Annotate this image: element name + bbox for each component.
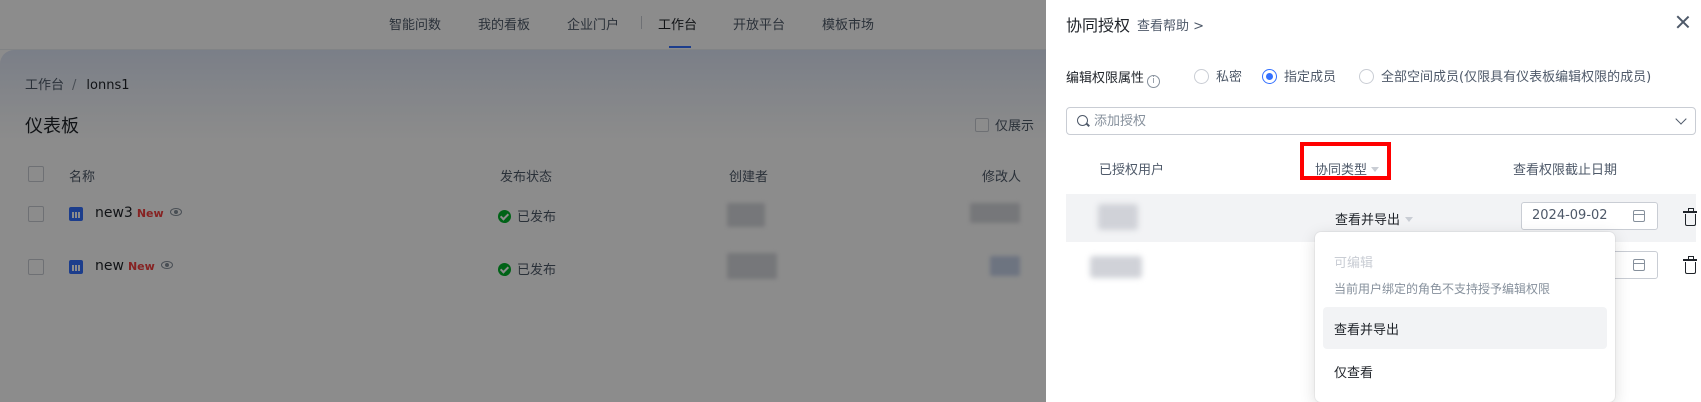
- calendar-icon[interactable]: [1633, 210, 1645, 222]
- dropdown-disabled-note: 当前用户绑定的角色不支持授予编辑权限: [1334, 282, 1551, 296]
- drawer-title: 协同授权: [1066, 16, 1131, 35]
- add-authorization-select[interactable]: [1066, 107, 1696, 135]
- caret-down-icon[interactable]: [1405, 217, 1414, 222]
- collaboration-type-value[interactable]: 查看并导出: [1335, 213, 1400, 228]
- radio-label: 私密: [1216, 70, 1243, 85]
- chevron-down-icon[interactable]: [1675, 113, 1687, 125]
- edit-permission-label-text: 编辑权限属性: [1066, 71, 1145, 86]
- highlight-annotation-box: [1300, 142, 1391, 180]
- user-avatar: [1090, 256, 1142, 278]
- radio-private[interactable]: 私密: [1194, 66, 1242, 85]
- radio-circle-checked[interactable]: [1262, 69, 1277, 84]
- radio-all-space-members[interactable]: 全部空间成员(仅限具有仪表板编辑权限的成员): [1359, 66, 1651, 85]
- search-icon: [1077, 115, 1088, 126]
- edit-permission-label: 编辑权限属性 i: [1066, 67, 1161, 88]
- column-header-deadline: 查看权限截止日期: [1513, 163, 1618, 178]
- radio-circle[interactable]: [1194, 69, 1209, 84]
- deadline-date-picker[interactable]: 2024-09-02: [1521, 202, 1658, 230]
- deadline-date-value[interactable]: 2024-09-02: [1532, 208, 1608, 223]
- help-link[interactable]: 查看帮助 >: [1137, 15, 1204, 34]
- collaboration-type-select[interactable]: 查看并导出: [1335, 209, 1414, 228]
- close-icon[interactable]: [1676, 15, 1690, 29]
- add-authorization-input[interactable]: [1094, 111, 1664, 131]
- dropdown-option-editable-disabled: 可编辑: [1334, 256, 1374, 271]
- radio-label: 全部空间成员(仅限具有仪表板编辑权限的成员): [1381, 70, 1652, 85]
- radio-label: 指定成员: [1284, 70, 1337, 85]
- dropdown-option-view-only[interactable]: 仅查看: [1323, 350, 1607, 392]
- collaboration-type-dropdown: 可编辑 当前用户绑定的角色不支持授予编辑权限 查看并导出 仅查看: [1315, 232, 1615, 402]
- dropdown-option-view-export[interactable]: 查看并导出: [1323, 307, 1607, 349]
- user-avatar: [1098, 204, 1138, 230]
- trash-icon[interactable]: [1683, 208, 1697, 226]
- trash-icon[interactable]: [1683, 256, 1697, 274]
- radio-circle[interactable]: [1359, 69, 1374, 84]
- modal-mask[interactable]: [0, 0, 1046, 402]
- column-header-authorized-user: 已授权用户: [1099, 163, 1165, 178]
- calendar-icon[interactable]: [1633, 259, 1645, 271]
- radio-specified-members[interactable]: 指定成员: [1262, 66, 1336, 85]
- info-icon[interactable]: i: [1147, 75, 1161, 88]
